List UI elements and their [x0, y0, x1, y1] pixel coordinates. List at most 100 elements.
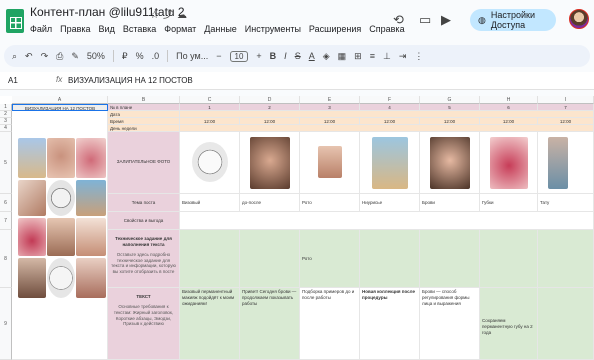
wrap-icon[interactable]: ⇥: [399, 51, 407, 62]
formula-input[interactable]: ВИЗУАЛИЗАЦИЯ НА 12 ПОСТОВ: [68, 76, 193, 85]
row-header-2[interactable]: 2: [0, 111, 12, 118]
menu-extensions[interactable]: Расширения: [309, 24, 361, 34]
comment-icon[interactable]: ▭: [419, 12, 431, 28]
text-cell[interactable]: Новая коллекция после процедуры: [360, 288, 420, 360]
column-header-d[interactable]: D: [240, 96, 300, 104]
star-icon[interactable]: ☆: [150, 10, 163, 21]
label-weekday[interactable]: День недели: [108, 125, 180, 132]
column-header-f[interactable]: F: [360, 96, 420, 104]
undo-icon[interactable]: ↶: [25, 51, 33, 62]
decimal-icon[interactable]: .0: [152, 51, 160, 61]
tech-cell[interactable]: [180, 230, 240, 288]
cell-a1-title[interactable]: ВИЗУАЛИЗАЦИЯ НА 12 ПОСТОВ: [12, 104, 108, 111]
row-header-6[interactable]: 6: [0, 194, 12, 212]
label-topic[interactable]: Тема поста: [108, 194, 180, 212]
menu-edit[interactable]: Правка: [60, 24, 90, 34]
column-header-i[interactable]: I: [538, 96, 594, 104]
time-cell[interactable]: 12:00: [360, 118, 420, 125]
topic-cell[interactable]: Тату: [538, 194, 594, 212]
topic-cell[interactable]: Визовый: [180, 194, 240, 212]
post-number[interactable]: 2: [240, 104, 300, 111]
row-header-8[interactable]: 8: [0, 230, 12, 288]
column-header-e[interactable]: E: [300, 96, 360, 104]
font-decrease-icon[interactable]: −: [216, 51, 221, 61]
tech-cell[interactable]: Рото: [300, 230, 360, 288]
post-number[interactable]: 3: [300, 104, 360, 111]
tech-cell[interactable]: [240, 230, 300, 288]
tech-cell[interactable]: [360, 230, 420, 288]
move-icon[interactable]: ⤴: [163, 10, 177, 21]
valign-icon[interactable]: ⊥: [383, 51, 391, 62]
topic-cell[interactable]: Губки: [480, 194, 538, 212]
share-button[interactable]: ◍ Настройки Доступа: [470, 9, 556, 31]
topic-cell[interactable]: Рото: [300, 194, 360, 212]
menu-view[interactable]: Вид: [99, 24, 115, 34]
column-header-a[interactable]: A: [12, 96, 108, 104]
history-icon[interactable]: ⟲: [393, 12, 404, 28]
fill-color-icon[interactable]: ◈: [323, 51, 330, 62]
tech-cell[interactable]: [420, 230, 480, 288]
post-number[interactable]: 7: [538, 104, 594, 111]
time-cell[interactable]: 12:00: [420, 118, 480, 125]
percent-icon[interactable]: %: [136, 51, 144, 61]
bold-icon[interactable]: B: [270, 51, 277, 61]
meet-icon[interactable]: ▶: [441, 12, 451, 28]
currency-icon[interactable]: ₽: [122, 51, 128, 62]
text-cell[interactable]: Визовый перманентный макияж подойдёт к м…: [180, 288, 240, 360]
search-icon[interactable]: ⌕: [12, 51, 17, 62]
strikethrough-icon[interactable]: S: [295, 51, 301, 61]
merge-icon[interactable]: ⊞: [354, 51, 362, 62]
font-size-input[interactable]: 10: [229, 50, 249, 62]
align-icon[interactable]: ≡: [370, 51, 375, 61]
topic-cell[interactable]: до-после: [240, 194, 300, 212]
row-header-3[interactable]: 3: [0, 118, 12, 125]
label-post-no[interactable]: № в плане: [108, 104, 180, 111]
time-cell[interactable]: 12:00: [240, 118, 300, 125]
italic-icon[interactable]: I: [284, 51, 287, 61]
row-header-4[interactable]: 4: [0, 125, 12, 132]
row-header-5[interactable]: 5: [0, 132, 12, 194]
borders-icon[interactable]: ▦: [338, 51, 347, 62]
column-header-b[interactable]: B: [108, 96, 180, 104]
menu-format[interactable]: Формат: [164, 24, 196, 34]
column-header-h[interactable]: H: [480, 96, 538, 104]
label-photo[interactable]: ЗАЛИПАТЕЛЬНОЕ ФОТО: [108, 132, 180, 194]
more-icon[interactable]: ⋮: [414, 51, 423, 62]
label-time[interactable]: Время: [108, 118, 180, 125]
row-header-9[interactable]: 9: [0, 288, 12, 360]
text-cell[interactable]: Подборка примеров до и после работы: [300, 288, 360, 360]
column-header-c[interactable]: C: [180, 96, 240, 104]
time-cell[interactable]: 12:00: [180, 118, 240, 125]
sheets-logo-icon[interactable]: [6, 9, 24, 33]
label-date[interactable]: Дата: [108, 111, 180, 118]
row-header-1[interactable]: 1: [0, 104, 12, 111]
text-cell[interactable]: Привет! Сегодня брови — продолжаем показ…: [240, 288, 300, 360]
row-header-7[interactable]: 7: [0, 212, 12, 230]
menu-data[interactable]: Данные: [204, 24, 237, 34]
time-cell[interactable]: 12:00: [300, 118, 360, 125]
text-color-icon[interactable]: A: [309, 51, 315, 61]
cell-reference[interactable]: A1: [8, 76, 18, 85]
avatar[interactable]: [569, 9, 589, 29]
label-text[interactable]: ТЕКСТ Основные требования к текстам: Жир…: [108, 288, 180, 360]
weekday-row[interactable]: [180, 125, 594, 132]
column-header-g[interactable]: G: [420, 96, 480, 104]
tech-cell[interactable]: [538, 230, 594, 288]
print-icon[interactable]: ⎙: [56, 51, 63, 62]
font-increase-icon[interactable]: +: [256, 51, 261, 61]
tech-cell[interactable]: [480, 230, 538, 288]
label-cta[interactable]: Свойства и выгода: [108, 212, 180, 230]
paint-format-icon[interactable]: ✎: [71, 51, 79, 62]
menu-tools[interactable]: Инструменты: [245, 24, 301, 34]
time-cell[interactable]: 12:00: [480, 118, 538, 125]
cta-row[interactable]: [180, 212, 594, 230]
label-tech[interactable]: Техническое задание для наполнения текст…: [108, 230, 180, 288]
topic-cell[interactable]: Ниурисье: [360, 194, 420, 212]
post-number[interactable]: 4: [360, 104, 420, 111]
redo-icon[interactable]: ↷: [41, 51, 49, 62]
zoom-select[interactable]: 50%: [87, 51, 105, 61]
font-select[interactable]: По ум...: [176, 51, 208, 61]
text-cell[interactable]: Сохраняем перманентную губу на 2 года: [480, 288, 538, 360]
cloud-icon[interactable]: ☁: [177, 10, 191, 21]
post-number[interactable]: 5: [420, 104, 480, 111]
